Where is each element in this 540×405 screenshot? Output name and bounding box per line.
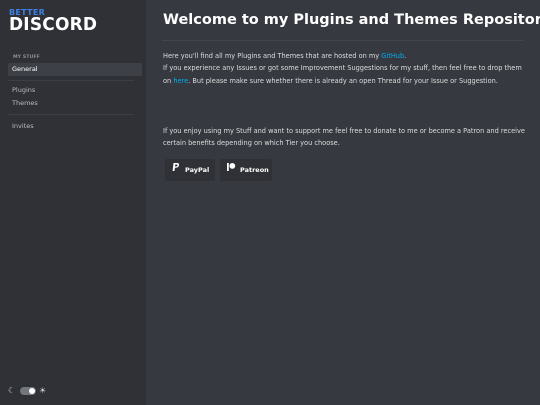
section-header-my-stuff: MY STUFF xyxy=(13,55,41,60)
paypal-button[interactable]: PayPal xyxy=(165,159,215,181)
intro-text-2: . xyxy=(404,52,407,60)
donate-paragraph: If you enjoy using my Stuff and want to … xyxy=(163,127,525,148)
title-divider xyxy=(162,40,524,41)
logo-discord-text: DISCORD xyxy=(9,14,98,36)
main-content: Welcome to my Plugins and Themes Reposit… xyxy=(146,0,540,405)
issues-link[interactable]: here xyxy=(173,77,188,85)
intro-text-4: . But please make sure whether there is … xyxy=(188,76,498,85)
sidebar-item-plugins[interactable]: Plugins xyxy=(8,84,142,97)
switch-knob xyxy=(29,388,35,394)
theme-toggle[interactable]: ☾ ☀ xyxy=(8,385,68,397)
sun-icon: ☀ xyxy=(39,386,47,395)
theme-switch[interactable] xyxy=(20,387,36,395)
sidebar: BETTER DISCORD MY STUFF General Plugins … xyxy=(0,0,146,405)
sidebar-item-invites[interactable]: Invites xyxy=(8,120,142,133)
patreon-label: Patreon xyxy=(240,166,269,174)
paypal-label: PayPal xyxy=(185,166,210,174)
intro-text-1: Here you'll find all my Plugins and Them… xyxy=(163,52,382,60)
sidebar-divider xyxy=(8,114,134,115)
paypal-icon xyxy=(171,159,181,181)
sidebar-item-general[interactable]: General xyxy=(8,63,142,76)
github-link[interactable]: GitHub xyxy=(381,52,404,60)
betterdiscord-logo: BETTER DISCORD xyxy=(9,8,97,38)
intro-paragraph: Here you'll find all my Plugins and Them… xyxy=(163,50,525,87)
moon-icon: ☾ xyxy=(8,386,16,395)
patreon-button[interactable]: Patreon xyxy=(220,159,272,181)
patreon-icon xyxy=(226,159,236,181)
sidebar-item-themes[interactable]: Themes xyxy=(8,97,142,110)
page-title: Welcome to my Plugins and Themes Reposit… xyxy=(163,12,540,28)
sidebar-divider xyxy=(8,80,134,81)
